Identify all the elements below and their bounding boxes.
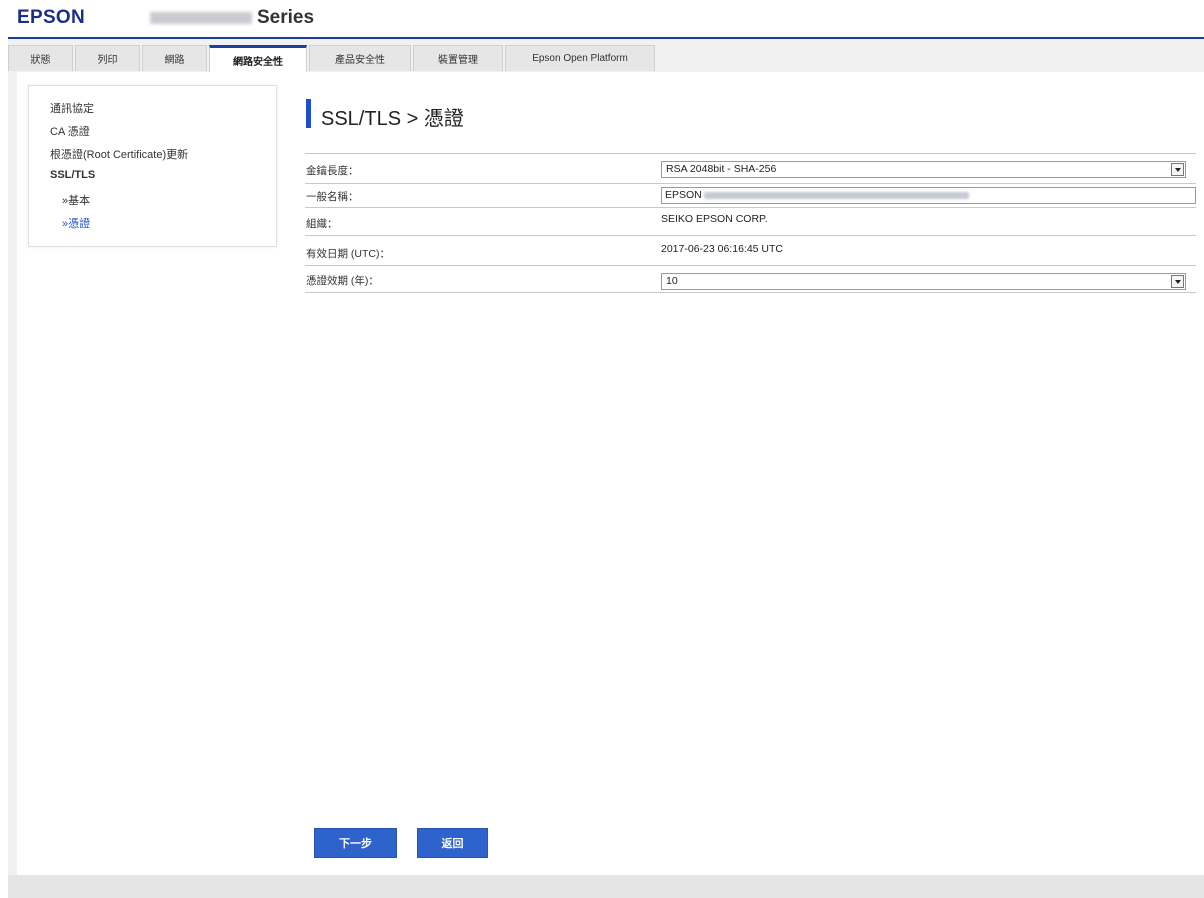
common-name-label: 一般名稱：: [306, 191, 359, 203]
tab-print[interactable]: 列印: [75, 45, 140, 71]
certificate-validity-label: 憑證效期 (年)：: [306, 275, 379, 287]
tab-network-security[interactable]: 網路安全性: [209, 45, 307, 72]
page-title: SSL/TLS > 憑證: [321, 108, 464, 130]
organization-label: 組織：: [306, 218, 338, 230]
form-row-certificate-validity: 憑證效期 (年)： 10: [305, 265, 1196, 292]
tab-status[interactable]: 狀態: [8, 45, 73, 71]
model-name-redacted: [150, 12, 252, 24]
form-row-valid-date: 有效日期 (UTC)： 2017-06-23 06:16:45 UTC: [305, 235, 1196, 265]
form-bottom-divider: [305, 292, 1196, 293]
valid-date-value: 2017-06-23 06:16:45 UTC: [661, 243, 783, 255]
valid-date-label: 有效日期 (UTC)：: [306, 248, 390, 260]
tab-network[interactable]: 網路: [142, 45, 207, 71]
sidebar-item-root-certificate-update[interactable]: 根憑證(Root Certificate)更新: [50, 146, 188, 162]
organization-value: SEIKO EPSON CORP.: [661, 213, 768, 225]
series-label: Series: [257, 7, 315, 28]
sidebar: 通訊協定 CA 憑證 根憑證(Root Certificate)更新 SSL/T…: [28, 85, 277, 247]
title-accent-bar: [306, 99, 311, 128]
common-name-redacted: [703, 191, 969, 199]
sidebar-item-ca-certificate[interactable]: CA 憑證: [50, 123, 90, 139]
sidebar-item-ssl-tls[interactable]: SSL/TLS: [50, 169, 95, 181]
form-row-organization: 組織： SEIKO EPSON CORP.: [305, 207, 1196, 235]
common-name-value: EPSON: [665, 189, 702, 201]
tab-epson-open-platform[interactable]: Epson Open Platform: [505, 45, 655, 71]
common-name-input[interactable]: EPSON: [661, 187, 1196, 204]
tab-device-management[interactable]: 裝置管理: [413, 45, 503, 71]
form-row-key-length: 金鑰長度： RSA 2048bit - SHA-256: [305, 153, 1196, 183]
form-row-common-name: 一般名稱： EPSON: [305, 183, 1196, 207]
next-button[interactable]: 下一步: [314, 828, 397, 858]
tab-bar: 狀態 列印 網路 網路安全性 產品安全性 裝置管理 Epson Open Pla…: [8, 45, 657, 72]
footer-bar: [8, 875, 1204, 898]
sidebar-item-basic[interactable]: »基本: [62, 192, 90, 208]
tab-product-security[interactable]: 產品安全性: [309, 45, 411, 71]
chevron-down-icon[interactable]: [1171, 163, 1184, 176]
chevron-down-icon[interactable]: [1171, 275, 1184, 288]
sidebar-item-protocol[interactable]: 通訊協定: [50, 100, 94, 116]
header: EPSON Series: [0, 0, 1204, 36]
brand-logo: EPSON: [17, 7, 86, 28]
certificate-validity-select[interactable]: 10: [661, 273, 1186, 290]
certificate-validity-value: 10: [666, 275, 678, 287]
key-length-select[interactable]: RSA 2048bit - SHA-256: [661, 161, 1186, 178]
key-length-value: RSA 2048bit - SHA-256: [666, 163, 777, 175]
back-button[interactable]: 返回: [417, 828, 488, 858]
key-length-label: 金鑰長度：: [306, 165, 359, 177]
sidebar-item-certificate[interactable]: »憑證: [62, 215, 90, 231]
